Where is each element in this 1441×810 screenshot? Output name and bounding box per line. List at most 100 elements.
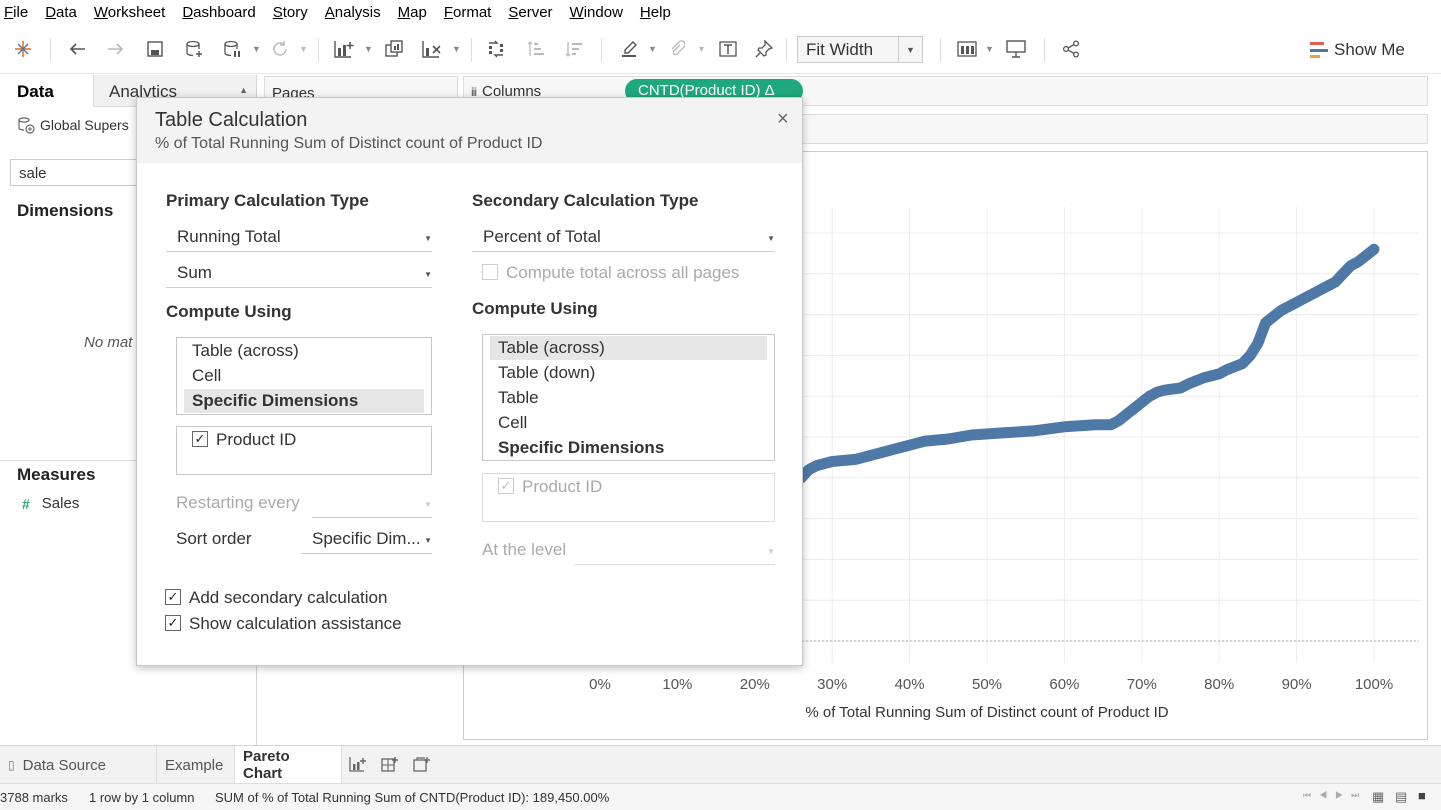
list-item[interactable]: Specific Dimensions (184, 389, 424, 413)
datasource-name: Global Supers (40, 117, 129, 133)
primary-type-dropdown[interactable]: Running Total ▼ (166, 224, 432, 252)
add-secondary-checkbox[interactable]: ✓ (165, 589, 181, 605)
chevron-down-icon: ▼ (767, 547, 775, 556)
restarting-dropdown[interactable]: ▼ (312, 490, 432, 518)
tab-data-source[interactable]: ▯ Data Source (0, 746, 157, 784)
group-icon[interactable] (664, 36, 690, 62)
field-sales-label: Sales (41, 495, 80, 512)
add-secondary-label: Add secondary calculation (189, 588, 388, 607)
presentation-icon[interactable] (1003, 36, 1029, 62)
sheet-sorter-icon[interactable]: ▦ (1372, 789, 1384, 805)
swap-icon[interactable] (483, 36, 509, 62)
menu-dashboard[interactable]: Dashboard (182, 0, 255, 26)
menu-server[interactable]: Server (508, 0, 552, 26)
menu-map[interactable]: Map (398, 0, 427, 26)
new-datasource-icon[interactable] (181, 36, 207, 62)
datasource-item[interactable]: Global Supers (17, 116, 129, 134)
menu-file[interactable]: File (4, 0, 28, 26)
primary-compute-list: Table (across) Cell Specific Dimensions (176, 337, 432, 415)
sheet-tabs-bar: ▯ Data Source Example Pareto Chart (0, 745, 1441, 784)
search-input[interactable]: sale (10, 159, 140, 186)
measures-heading: Measures (17, 465, 96, 484)
tab-data[interactable]: Data (0, 75, 93, 107)
new-story-icon[interactable] (409, 752, 435, 778)
product-id-checkbox[interactable]: ✓ (192, 431, 208, 447)
menu-window[interactable]: Window (570, 0, 623, 26)
list-item[interactable]: Table (across) (184, 339, 424, 363)
chevron-down-icon: ▼ (424, 270, 432, 279)
menu-analysis[interactable]: Analysis (325, 0, 381, 26)
list-item[interactable]: Table (490, 386, 767, 410)
redo-icon[interactable] (103, 36, 129, 62)
refresh-icon[interactable] (267, 36, 293, 62)
compute-all-pages-label: Compute total across all pages (506, 263, 740, 282)
pause-updates-icon[interactable] (219, 36, 245, 62)
show-cards-icon[interactable] (954, 36, 980, 62)
sort-asc-icon[interactable] (523, 36, 549, 62)
list-item[interactable]: Cell (490, 411, 767, 435)
at-level-dropdown[interactable]: ▼ (574, 537, 775, 565)
sort-icon: ▲ (239, 85, 248, 95)
menu-worksheet[interactable]: Worksheet (94, 0, 165, 26)
secondary-type-value: Percent of Total (483, 227, 601, 246)
tabs-icon[interactable]: ■ (1418, 788, 1426, 803)
share-icon[interactable] (1058, 36, 1084, 62)
menu-data[interactable]: Data (45, 0, 77, 26)
primary-type-value: Running Total (177, 227, 281, 246)
x-tick-label: 40% (895, 676, 925, 693)
list-item[interactable]: Specific Dimensions (490, 436, 767, 460)
clear-icon[interactable] (419, 36, 445, 62)
fit-width-dropdown[interactable]: Fit Width ▼ (797, 36, 923, 63)
highlight-icon[interactable] (616, 36, 642, 62)
rows-shelf[interactable] (802, 114, 1428, 144)
list-item[interactable]: Cell (184, 364, 424, 388)
restarting-label: Restarting every (176, 493, 300, 512)
secondary-product-id-label: Product ID (522, 477, 603, 496)
status-sum: SUM of % of Total Running Sum of CNTD(Pr… (215, 790, 610, 805)
sort-order-dropdown[interactable]: Specific Dim... ▼ (301, 526, 432, 554)
chevron-down-icon: ▼ (424, 500, 432, 509)
chevron-down-icon: ▼ (898, 37, 922, 62)
x-tick-label: 90% (1282, 676, 1312, 693)
tab-pareto-chart[interactable]: Pareto Chart (235, 746, 342, 784)
chevron-down-icon: ▼ (424, 536, 432, 545)
status-rows: 1 row by 1 column (89, 790, 195, 805)
close-icon[interactable]: × (777, 108, 789, 131)
menu-help[interactable]: Help (640, 0, 671, 26)
duplicate-icon[interactable] (381, 36, 407, 62)
list-item[interactable]: Table (down) (490, 361, 767, 385)
sort-desc-icon[interactable] (561, 36, 587, 62)
menu-bar: File Data Worksheet Dashboard Story Anal… (0, 0, 1441, 26)
x-tick-label: 20% (740, 676, 770, 693)
undo-icon[interactable] (64, 36, 90, 62)
tableau-logo-icon[interactable] (10, 36, 36, 62)
secondary-type-dropdown[interactable]: Percent of Total ▼ (472, 224, 775, 252)
measure-icon: # (22, 495, 30, 512)
new-sheet-icon[interactable] (345, 752, 371, 778)
toolbar: ▼ ▼ ▼ ▼ ▼ ▼ Fit Width ▼ ▼ Show Me (0, 26, 1441, 74)
status-marks: 3788 marks (0, 790, 68, 805)
chevron-down-icon: ▼ (767, 234, 775, 243)
menu-story[interactable]: Story (273, 0, 308, 26)
series-line (795, 243, 1380, 484)
x-tick-label: 80% (1204, 676, 1234, 693)
tab-data-source-label: Data Source (22, 756, 106, 774)
compute-all-pages-checkbox[interactable] (482, 264, 498, 280)
label-icon[interactable] (715, 36, 741, 62)
sheet-nav-icon[interactable]: ⏮◀▶⏭ (1303, 790, 1367, 801)
tab-example[interactable]: Example (157, 746, 235, 784)
secondary-product-id-checkbox[interactable]: ✓ (498, 478, 514, 494)
show-me-button[interactable]: Show Me (1310, 38, 1405, 62)
list-item[interactable]: Table (across) (490, 336, 767, 360)
menu-format[interactable]: Format (444, 0, 492, 26)
new-dashboard-icon[interactable] (377, 752, 403, 778)
new-worksheet-icon[interactable] (331, 36, 357, 62)
aggregation-dropdown[interactable]: Sum ▼ (166, 260, 432, 288)
pin-icon[interactable] (751, 36, 777, 62)
secondary-compute-list: Table (across) Table (down) Table Cell S… (482, 334, 775, 461)
filmstrip-icon[interactable]: ▤ (1395, 789, 1407, 805)
x-tick-label: 100% (1355, 676, 1393, 693)
field-sales[interactable]: # Sales (22, 495, 79, 512)
save-icon[interactable] (142, 36, 168, 62)
show-assistance-checkbox[interactable]: ✓ (165, 615, 181, 631)
